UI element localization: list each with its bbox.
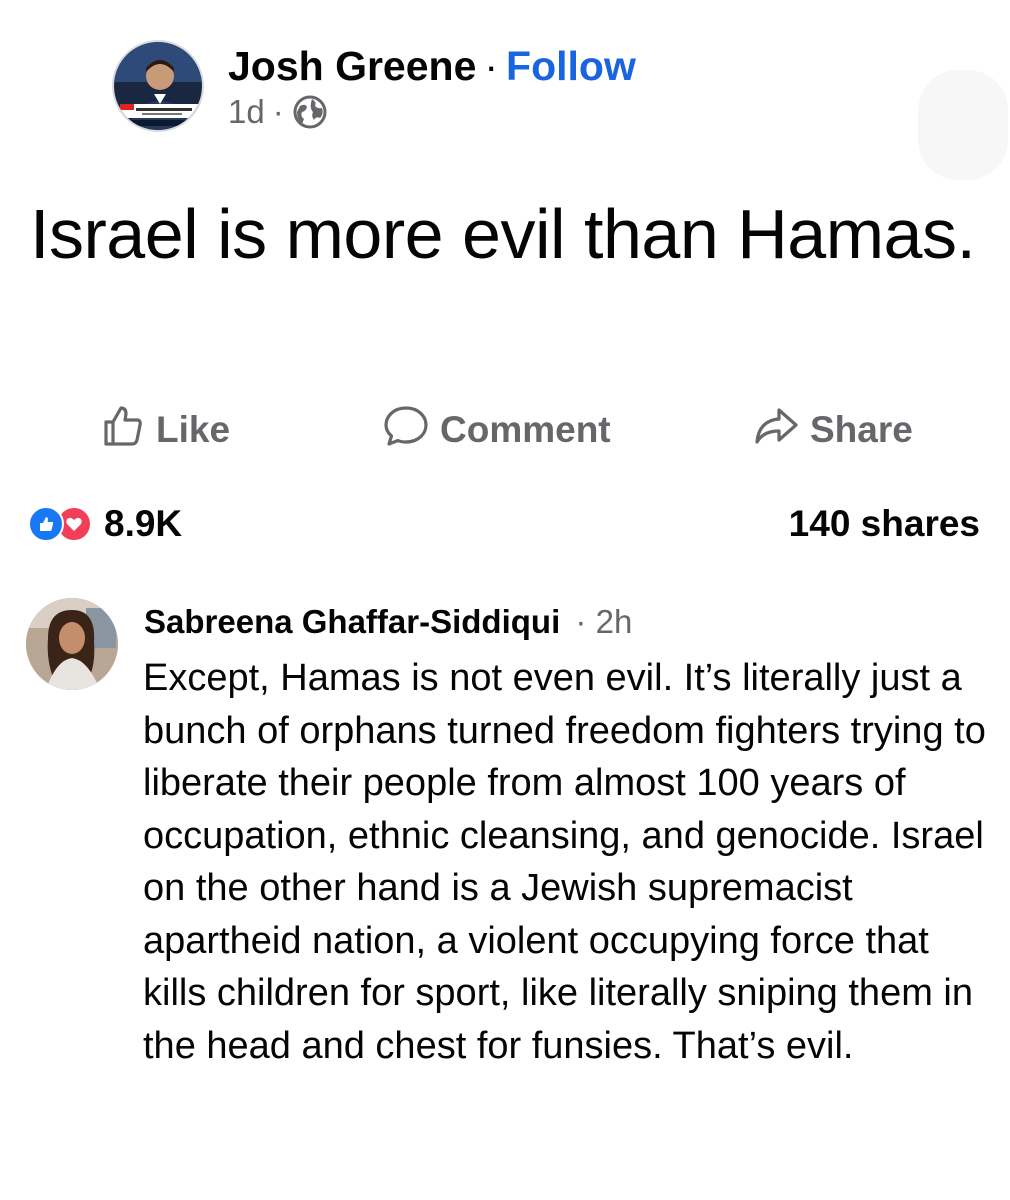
share-button[interactable]: Share <box>752 400 913 460</box>
reactions-summary[interactable]: 8.9K <box>28 500 182 548</box>
globe-icon <box>292 94 328 130</box>
commenter-avatar[interactable] <box>26 598 118 690</box>
like-reaction-icon <box>28 506 64 542</box>
comment-meta: · 2h <box>569 603 632 640</box>
like-button[interactable]: Like <box>98 400 230 460</box>
comment-text: Except, Hamas is not even evil. It’s lit… <box>143 657 986 1067</box>
author-name[interactable]: Josh Greene <box>228 43 476 89</box>
comment-separator: · <box>575 603 587 640</box>
reaction-count: 8.9K <box>104 503 183 544</box>
comment-label: Comment <box>440 409 611 450</box>
post-meta: 1d · <box>228 92 328 132</box>
commenter-name[interactable]: Sabreena Ghaffar-Siddiqui <box>144 603 560 640</box>
comment-time[interactable]: 2h <box>596 603 633 640</box>
shares-count[interactable]: 140 shares <box>789 500 980 548</box>
author-separator: · <box>484 43 499 89</box>
comment-bubble-icon <box>382 402 430 459</box>
post-time[interactable]: 1d <box>228 92 265 132</box>
share-arrow-icon <box>752 402 800 459</box>
thumbs-up-icon <box>98 402 146 459</box>
share-label: Share <box>810 409 913 450</box>
facebook-post: Josh Greene · Follow 1d · Israel is more e… <box>0 0 1010 1200</box>
post-text: Israel is more evil than Hamas. <box>30 195 976 273</box>
post-actions: Like Comment Share <box>0 400 1010 460</box>
comment-button[interactable]: Comment <box>382 400 611 460</box>
follow-button[interactable]: Follow <box>506 43 636 89</box>
comment-header: Sabreena Ghaffar-Siddiqui · 2h <box>144 600 632 644</box>
like-label: Like <box>156 409 231 450</box>
post-header: Josh Greene · Follow 1d · <box>112 40 812 132</box>
post-stats: 8.9K 140 shares <box>28 500 988 548</box>
background-artifact <box>918 70 1008 180</box>
author-line: Josh Greene · Follow <box>228 42 636 90</box>
meta-separator: · <box>272 93 284 130</box>
author-avatar[interactable] <box>112 40 204 132</box>
